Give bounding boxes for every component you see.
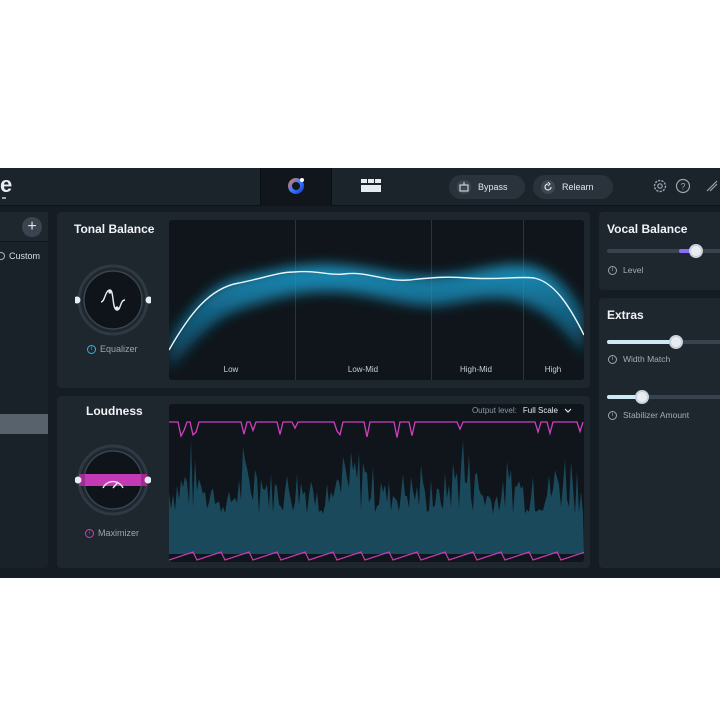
vocal-balance-panel: Vocal Balance i Level [599, 212, 720, 290]
presets-panel: + Custom [0, 212, 48, 568]
panel-title: Extras [607, 308, 644, 322]
tonal-balance-graph[interactable]: Low Low-Mid High-Mid High [169, 220, 584, 380]
expand-icon[interactable] [704, 178, 720, 194]
plus-icon: + [27, 218, 37, 235]
extras-panel: Extras i Width Match i Stabilizer Amount [599, 298, 720, 568]
band-label-high: High [544, 365, 562, 374]
relearn-label: Relearn [562, 182, 594, 192]
info-icon: i [608, 265, 617, 275]
width-match-label: Width Match [623, 354, 671, 364]
panel-title: Loudness [86, 404, 143, 418]
radio-icon [0, 252, 5, 260]
loudness-waveform [169, 421, 584, 562]
tab-assistant[interactable] [260, 168, 332, 206]
help-icon[interactable]: ? [675, 178, 691, 194]
loudness-panel: Loudness i Maximizer Output level: Full … [57, 396, 590, 568]
selected-preset-row[interactable] [0, 414, 48, 434]
app-logo: e [0, 172, 13, 197]
maximizer-label: Maximizer [98, 528, 140, 538]
info-icon: i [85, 528, 94, 538]
gear-icon[interactable] [652, 178, 668, 194]
info-icon: i [608, 354, 617, 364]
width-match-fill [607, 340, 677, 344]
band-label-low: Low [223, 365, 239, 374]
preset-item-custom[interactable]: Custom [0, 248, 48, 264]
level-slider-thumb[interactable] [689, 244, 703, 258]
level-slider[interactable] [607, 244, 720, 258]
output-level-label: Output level: [471, 406, 517, 415]
app-window: e Bypass Relearn ? + Custom Tonal Balanc… [0, 168, 720, 578]
level-label: Level [623, 265, 644, 275]
info-icon: i [87, 344, 96, 354]
stabilizer-thumb[interactable] [635, 390, 649, 404]
bypass-button[interactable]: Bypass [449, 175, 525, 199]
presets-header: + [0, 212, 48, 242]
stabilizer-caption: i Stabilizer Amount [608, 410, 689, 420]
stabilizer-slider[interactable] [607, 390, 720, 404]
tonal-balance-panel: Tonal Balance i Equalizer Low Low-Mid Hi… [57, 212, 590, 388]
level-caption: i Level [608, 265, 643, 275]
width-match-slider[interactable] [607, 335, 720, 349]
preset-item-label: Custom [9, 251, 41, 261]
top-toolbar: e Bypass Relearn ? [0, 168, 720, 206]
band-label-high-mid: High-Mid [459, 365, 493, 374]
band-label-low-mid: Low-Mid [347, 365, 379, 374]
bypass-label: Bypass [478, 182, 508, 192]
panel-title: Vocal Balance [607, 222, 688, 236]
tonal-curve [169, 264, 584, 370]
info-icon: i [608, 410, 617, 420]
loudness-graph[interactable]: Output level: Full Scale [169, 404, 584, 562]
relearn-button[interactable]: Relearn [533, 175, 613, 199]
svg-text:?: ? [680, 182, 685, 192]
equalizer-caption: i Equalizer [87, 344, 138, 354]
equalizer-label: Equalizer [100, 344, 138, 354]
equalizer-knob[interactable] [73, 262, 153, 338]
maximizer-knob[interactable] [74, 442, 152, 518]
panel-title: Tonal Balance [74, 222, 155, 236]
modules-grid-icon [361, 179, 381, 192]
stabilizer-label: Stabilizer Amount [623, 410, 690, 420]
output-level-value: Full Scale [522, 406, 558, 415]
width-match-thumb[interactable] [669, 335, 683, 349]
relearn-icon [541, 180, 555, 194]
maximizer-caption: i Maximizer [85, 528, 139, 538]
assistant-orb-icon [288, 178, 304, 194]
output-level-select[interactable]: Output level: Full Scale [472, 406, 572, 415]
tab-modules[interactable] [334, 168, 406, 206]
chevron-down-icon [564, 408, 572, 413]
add-preset-button[interactable]: + [22, 217, 42, 237]
width-match-caption: i Width Match [608, 354, 670, 364]
bypass-icon [457, 180, 471, 194]
logo-underline [2, 197, 6, 199]
